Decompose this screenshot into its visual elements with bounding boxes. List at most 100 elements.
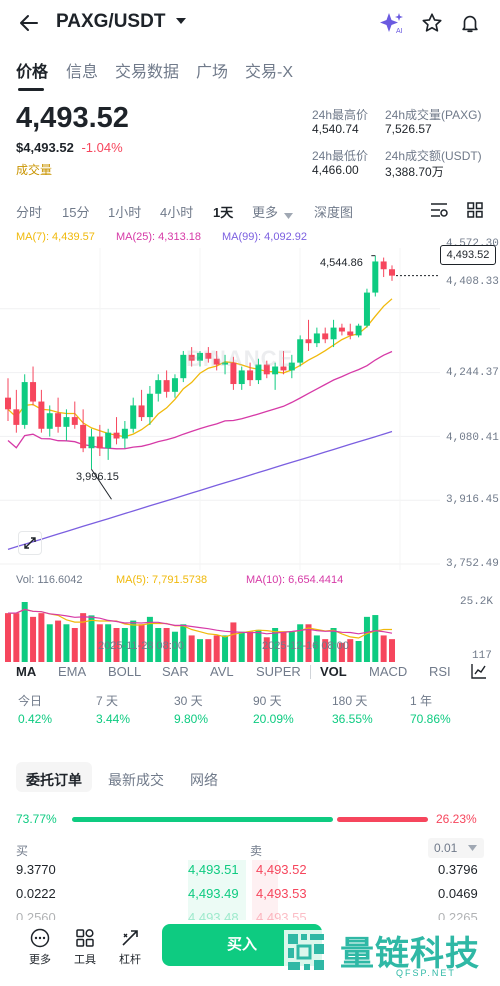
tab-trading-data[interactable]: 交易数据 (115, 58, 179, 82)
price-axis-label: 3,916.45 (446, 494, 499, 506)
ask-price: 4,493.52 (256, 862, 307, 877)
low-value: 4,466.00 (312, 163, 359, 177)
volume-bar (5, 613, 11, 662)
candle-body (63, 417, 70, 427)
tab-info[interactable]: 信息 (66, 58, 98, 82)
buy-sell-ratio-bar (72, 817, 428, 822)
fullscreen-icon[interactable] (18, 531, 42, 555)
price-axis-label: 4,408.33 (446, 276, 499, 288)
candle-body (330, 327, 337, 340)
candle-body (305, 339, 312, 344)
ind-super[interactable]: SUPER (256, 664, 301, 679)
bell-icon[interactable] (456, 9, 484, 37)
volume-bar (188, 635, 195, 662)
tools-grid-icon (76, 929, 94, 947)
indicator-settings-icon[interactable] (470, 662, 488, 680)
volume-bar (355, 641, 362, 662)
tab-order-book[interactable]: 委托订单 (26, 770, 82, 790)
precision-select[interactable]: 0.01 (428, 838, 484, 858)
candle-body (138, 405, 145, 418)
ai-sparkle-icon[interactable]: AI (378, 10, 406, 36)
caret-down-icon (284, 207, 293, 225)
orderbook-row[interactable]: 9.3770 4,493.51 4,493.52 0.3796 (0, 862, 500, 882)
volume-bar (197, 639, 203, 662)
candlestick-chart[interactable] (0, 248, 440, 570)
ind-rsi[interactable]: RSI (429, 664, 451, 679)
perf-label: 90 天 (253, 694, 282, 708)
tools-button[interactable]: 工具 (65, 928, 105, 967)
bid-price: 4,493.51 (188, 862, 239, 877)
vol-ma10-legend: MA(10): 6,654.4414 (246, 574, 344, 586)
candle-body (171, 378, 178, 392)
tab-network[interactable]: 网络 (190, 770, 218, 790)
price-axis-label: 3,752.49 (446, 558, 499, 570)
leverage-button[interactable]: 杠杆 (110, 928, 150, 967)
date-label: 2025-11-28 08:00 (98, 640, 185, 652)
tf-1d[interactable]: 1天 (213, 202, 233, 221)
tf-4h[interactable]: 4小时 (160, 202, 193, 221)
tf-line[interactable]: 分时 (16, 202, 42, 221)
ma99-legend: MA(99): 4,092.92 (222, 231, 307, 243)
ind-ema[interactable]: EMA (58, 664, 86, 679)
back-arrow-icon[interactable] (14, 8, 44, 38)
more-button[interactable]: 更多 (20, 928, 60, 967)
ind-macd[interactable]: MACD (369, 664, 407, 679)
candle-body (363, 292, 370, 326)
ask-qty: 0.3796 (438, 862, 478, 877)
ask-qty: 0.0469 (438, 886, 478, 901)
candle-body (38, 401, 45, 429)
leverage-label: 杠杆 (119, 954, 141, 966)
tf-depth[interactable]: 深度图 (314, 202, 353, 221)
ind-avl[interactable]: AVL (210, 664, 234, 679)
tab-square[interactable]: 广场 (196, 58, 228, 82)
candle-body (130, 405, 137, 429)
tf-1h[interactable]: 1小时 (108, 202, 141, 221)
chart-watermark: BINANCE (186, 346, 294, 371)
candle-body (338, 327, 345, 332)
orderbook-row[interactable]: 0.0222 4,493.49 4,493.53 0.0469 (0, 886, 500, 906)
candle-body (113, 432, 120, 439)
candle-body (5, 397, 11, 410)
perf-value: 36.55% (332, 712, 373, 726)
volume-chart[interactable] (0, 590, 440, 662)
ind-boll[interactable]: BOLL (108, 664, 141, 679)
sell-ratio: 26.23% (436, 812, 477, 826)
price-change: -1.04% (81, 140, 123, 155)
pair-title[interactable]: PAXG/USDT (56, 11, 165, 33)
volume-link[interactable]: 成交量 (16, 161, 129, 178)
vol-base-label: 24h成交量(PAXG) (385, 108, 482, 122)
low-label: 24h最低价 (312, 149, 369, 163)
grid-layout-icon[interactable] (464, 200, 486, 220)
volume-bar (63, 624, 70, 662)
last-price: 4,493.52 (16, 102, 129, 134)
volume-bar (238, 631, 245, 662)
tf-15m[interactable]: 15分 (62, 202, 89, 221)
candle-body (21, 382, 28, 425)
candle-body (155, 380, 162, 394)
tab-trade-x[interactable]: 交易-X (245, 58, 293, 82)
perf-value: 9.80% (174, 712, 209, 726)
candle-body (80, 424, 87, 449)
ind-sar[interactable]: SAR (162, 664, 189, 679)
ask-price: 4,493.53 (256, 886, 307, 901)
tab-price[interactable]: 价格 (16, 58, 48, 82)
perf-label: 180 天 (332, 694, 368, 708)
ind-ma[interactable]: MA (16, 664, 36, 679)
tab-recent-trades[interactable]: 最新成交 (108, 770, 164, 790)
ind-vol[interactable]: VOL (320, 664, 347, 679)
candle-body (238, 370, 245, 385)
bottom-action-bar: 更多 工具 杠杆 买入 量链科技 QFSP.NET (0, 920, 500, 986)
volume-bar (71, 628, 78, 662)
candle-body (322, 333, 329, 340)
volume-bar (80, 613, 87, 662)
high-value: 4,540.74 (312, 122, 359, 136)
tf-more[interactable]: 更多 (252, 202, 278, 221)
volume-bar (222, 635, 229, 662)
buy-column-label: 买 (16, 844, 29, 858)
buy-ratio: 73.77% (16, 812, 57, 826)
chart-settings-icon[interactable] (428, 200, 450, 220)
volume-axis-label: 117 (472, 650, 492, 662)
vol-quote-value: 3,388.70万 (385, 165, 444, 179)
chevron-down-icon[interactable] (173, 13, 189, 29)
star-icon[interactable] (418, 9, 446, 37)
